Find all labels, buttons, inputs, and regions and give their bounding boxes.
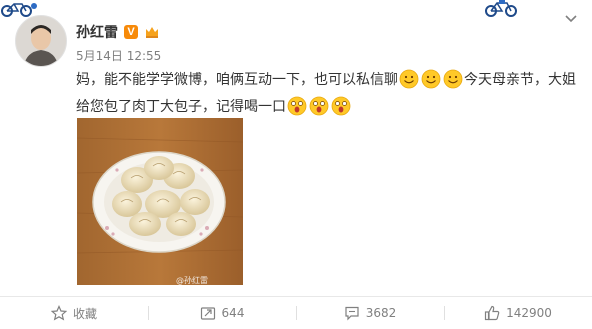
smile-emoji-icon [399, 69, 419, 89]
repost-count: 644 [221, 306, 245, 320]
avatar-image [16, 16, 66, 66]
post-text-part1: 妈，能不能学学微博，咱俩互动一下，也可以私信聊 [76, 72, 398, 88]
avatar[interactable] [15, 15, 67, 67]
shocked-emoji-icon [331, 96, 351, 116]
repost-icon [200, 307, 215, 320]
star-icon [50, 305, 67, 321]
crown-badge-icon [146, 27, 158, 38]
like-button[interactable]: 142900 [444, 297, 592, 329]
shocked-emoji-icon [287, 96, 307, 116]
like-count: 142900 [506, 306, 552, 320]
repost-button[interactable]: 644 [148, 297, 296, 329]
favorite-button[interactable]: 收藏 [0, 297, 148, 329]
smile-emoji-icon [421, 69, 441, 89]
comment-count: 3682 [365, 306, 397, 320]
post-photo[interactable] [77, 118, 243, 285]
comment-icon [345, 306, 359, 321]
post-timestamp[interactable]: 5月14日 12:55 [76, 47, 161, 64]
photo-watermark: @孙红雷 [176, 276, 208, 285]
bicycle-decoration-icon [485, 0, 517, 17]
shocked-emoji-icon [309, 96, 329, 116]
favorite-label: 收藏 [72, 306, 97, 321]
username[interactable]: 孙红雷 [76, 22, 118, 42]
action-bar: 收藏 644 3682 142900 [0, 297, 592, 329]
smile-emoji-icon [443, 69, 463, 89]
baozi-photo-image [77, 118, 243, 285]
post-menu-chevron-icon[interactable] [564, 14, 580, 26]
verified-badge: V [124, 25, 138, 39]
thumbs-up-icon [484, 305, 500, 321]
post-text: 妈，能不能学学微博，咱俩互动一下，也可以私信聊 今天母亲节，大姐给您包了肉丁大包子… [76, 67, 576, 121]
comment-button[interactable]: 3682 [296, 297, 444, 329]
